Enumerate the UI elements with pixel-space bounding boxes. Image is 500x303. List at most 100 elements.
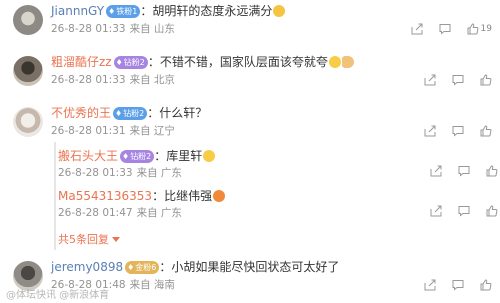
reply-source: 来自 广东: [136, 207, 182, 219]
colon: ：: [159, 260, 172, 274]
fan-badge[interactable]: ♦钻粉2: [120, 150, 155, 163]
comment-meta: 26-8-28 01:33 来自 北京: [51, 73, 179, 87]
reply-meta: 26-8-28 01:33 来自 广东: [58, 166, 186, 180]
reply-header: 搬石头大王 ♦钻粉2 ：库里轩: [58, 148, 216, 164]
share-icon: [424, 279, 436, 291]
colon: ：: [147, 55, 160, 69]
avatar[interactable]: [13, 56, 43, 86]
comment-item: JiannnGY ♦铁粉1 ：胡明轩的态度永远满分 26-8-28 01:33 来自 …: [0, 3, 500, 43]
share-button[interactable]: [430, 165, 442, 177]
reply-text: 比继伟强: [164, 189, 213, 203]
like-count: 19: [480, 24, 492, 34]
fan-badge[interactable]: ♦钻粉2: [113, 107, 148, 120]
comment-header: 粗溜酷仔zz ♦钻粉2 ：不错不错，国家队层面该夸就夸: [51, 54, 354, 70]
more-replies-label: 共5条回复: [58, 233, 109, 246]
comment-source: 来自 北京: [129, 74, 175, 86]
reply-button[interactable]: [452, 74, 464, 86]
comment-header: jeremy0898 ♦金粉6 ：小胡如果能尽快回状态可太好了: [51, 259, 339, 275]
comment-text: 什么轩？: [159, 106, 208, 120]
reply-button[interactable]: [458, 205, 470, 217]
comment-icon: [458, 206, 470, 217]
commenter-name[interactable]: JiannnGY: [51, 4, 104, 18]
thumbs-up-icon: [467, 23, 478, 35]
like-button[interactable]: [486, 165, 498, 177]
comment-actions: [424, 125, 492, 137]
replier-name[interactable]: Ma5543136353: [58, 189, 152, 203]
share-icon: [430, 165, 442, 177]
thumbs-up-icon: [480, 279, 492, 291]
share-button[interactable]: [424, 125, 436, 137]
reply-source: 来自 广东: [136, 167, 182, 179]
reply-time: 26-8-28 01:33: [58, 167, 133, 179]
fan-badge-label: 钻粉2: [123, 58, 145, 67]
angry-emoji: [213, 190, 226, 202]
thumbs-up-emoji: [341, 56, 354, 68]
comment-icon: [458, 166, 470, 177]
reply-meta: 26-8-28 01:47 来自 广东: [58, 206, 186, 220]
face-emoji: [328, 56, 341, 68]
thumbs-up-icon: [486, 205, 498, 217]
comment-time: 26-8-28 01:33: [51, 23, 126, 35]
comment-meta: 26-8-28 01:33 来自 山东: [51, 22, 179, 36]
comment-time: 26-8-28 01:31: [51, 125, 126, 137]
like-button[interactable]: [480, 74, 492, 86]
thumbs-up-icon: [480, 74, 492, 86]
share-icon: [424, 125, 436, 137]
comment-source: 来自 辽宁: [129, 125, 175, 137]
smirk-emoji: [203, 150, 216, 162]
comment-text: 胡明轩的态度永远满分: [152, 4, 273, 18]
reply-thread: 搬石头大王 ♦钻粉2 ：库里轩 26-8-28 01:33 来自 广东 Ma55431…: [51, 142, 500, 250]
reply-item: 搬石头大王 ♦钻粉2 ：库里轩 26-8-28 01:33 来自 广东: [58, 148, 498, 184]
thumbs-up-icon: [480, 125, 492, 137]
reply-text: 库里轩: [166, 149, 203, 163]
grin-emoji: [273, 5, 286, 17]
reply-button[interactable]: [452, 125, 464, 137]
fan-badge-label: 钻粉2: [130, 152, 152, 161]
commenter-name[interactable]: jeremy0898: [51, 260, 123, 274]
comment-header: JiannnGY ♦铁粉1 ：胡明轩的态度永远满分: [51, 3, 286, 19]
comment-text: 不错不错，国家队层面该夸就夸: [159, 55, 328, 69]
more-replies-link[interactable]: 共5条回复: [58, 231, 120, 247]
comment-header: 不优秀的王 ♦钻粉2 ：什么轩？: [51, 105, 207, 121]
fan-badge-label: 铁粉1: [116, 7, 138, 16]
share-button[interactable]: [424, 74, 436, 86]
fan-badge[interactable]: ♦钻粉2: [113, 56, 148, 69]
avatar[interactable]: [13, 5, 43, 35]
reply-button[interactable]: [439, 23, 451, 35]
share-icon: [411, 23, 423, 35]
comment-time: 26-8-28 01:33: [51, 74, 126, 86]
reply-actions: [430, 165, 498, 177]
watermark: @体坛快讯 @新浪体育: [6, 290, 110, 301]
colon: ：: [152, 189, 165, 203]
comment-source: 来自 山东: [129, 23, 175, 35]
comment-icon: [452, 280, 464, 291]
fan-badge[interactable]: ♦金粉6: [125, 261, 160, 274]
chevron-down-icon: [112, 237, 120, 242]
commenter-name[interactable]: 不优秀的王: [51, 106, 111, 120]
reply-thread-divider: [54, 142, 56, 250]
reply-time: 26-8-28 01:47: [58, 207, 133, 219]
share-button[interactable]: [430, 205, 442, 217]
reply-item: Ma5543136353：比继伟强 26-8-28 01:47 来自 广东: [58, 188, 498, 224]
share-button[interactable]: [411, 23, 423, 35]
share-button[interactable]: [424, 279, 436, 291]
comment-actions: [424, 279, 492, 291]
like-button[interactable]: [480, 279, 492, 291]
colon: ：: [154, 149, 167, 163]
replier-name[interactable]: 搬石头大王: [58, 149, 118, 163]
like-button[interactable]: [480, 125, 492, 137]
reply-button[interactable]: [452, 279, 464, 291]
avatar[interactable]: [13, 107, 43, 137]
share-icon: [430, 205, 442, 217]
colon: ：: [147, 106, 160, 120]
fan-badge[interactable]: ♦铁粉1: [106, 5, 141, 18]
comment-actions: 19: [411, 23, 492, 35]
fan-badge-label: 金粉6: [135, 263, 157, 272]
thumbs-up-icon: [486, 165, 498, 177]
comment-icon: [452, 126, 464, 137]
like-button[interactable]: [486, 205, 498, 217]
reply-actions: [430, 205, 498, 217]
reply-button[interactable]: [458, 165, 470, 177]
like-button[interactable]: 19: [467, 23, 492, 35]
commenter-name[interactable]: 粗溜酷仔zz: [51, 55, 112, 69]
